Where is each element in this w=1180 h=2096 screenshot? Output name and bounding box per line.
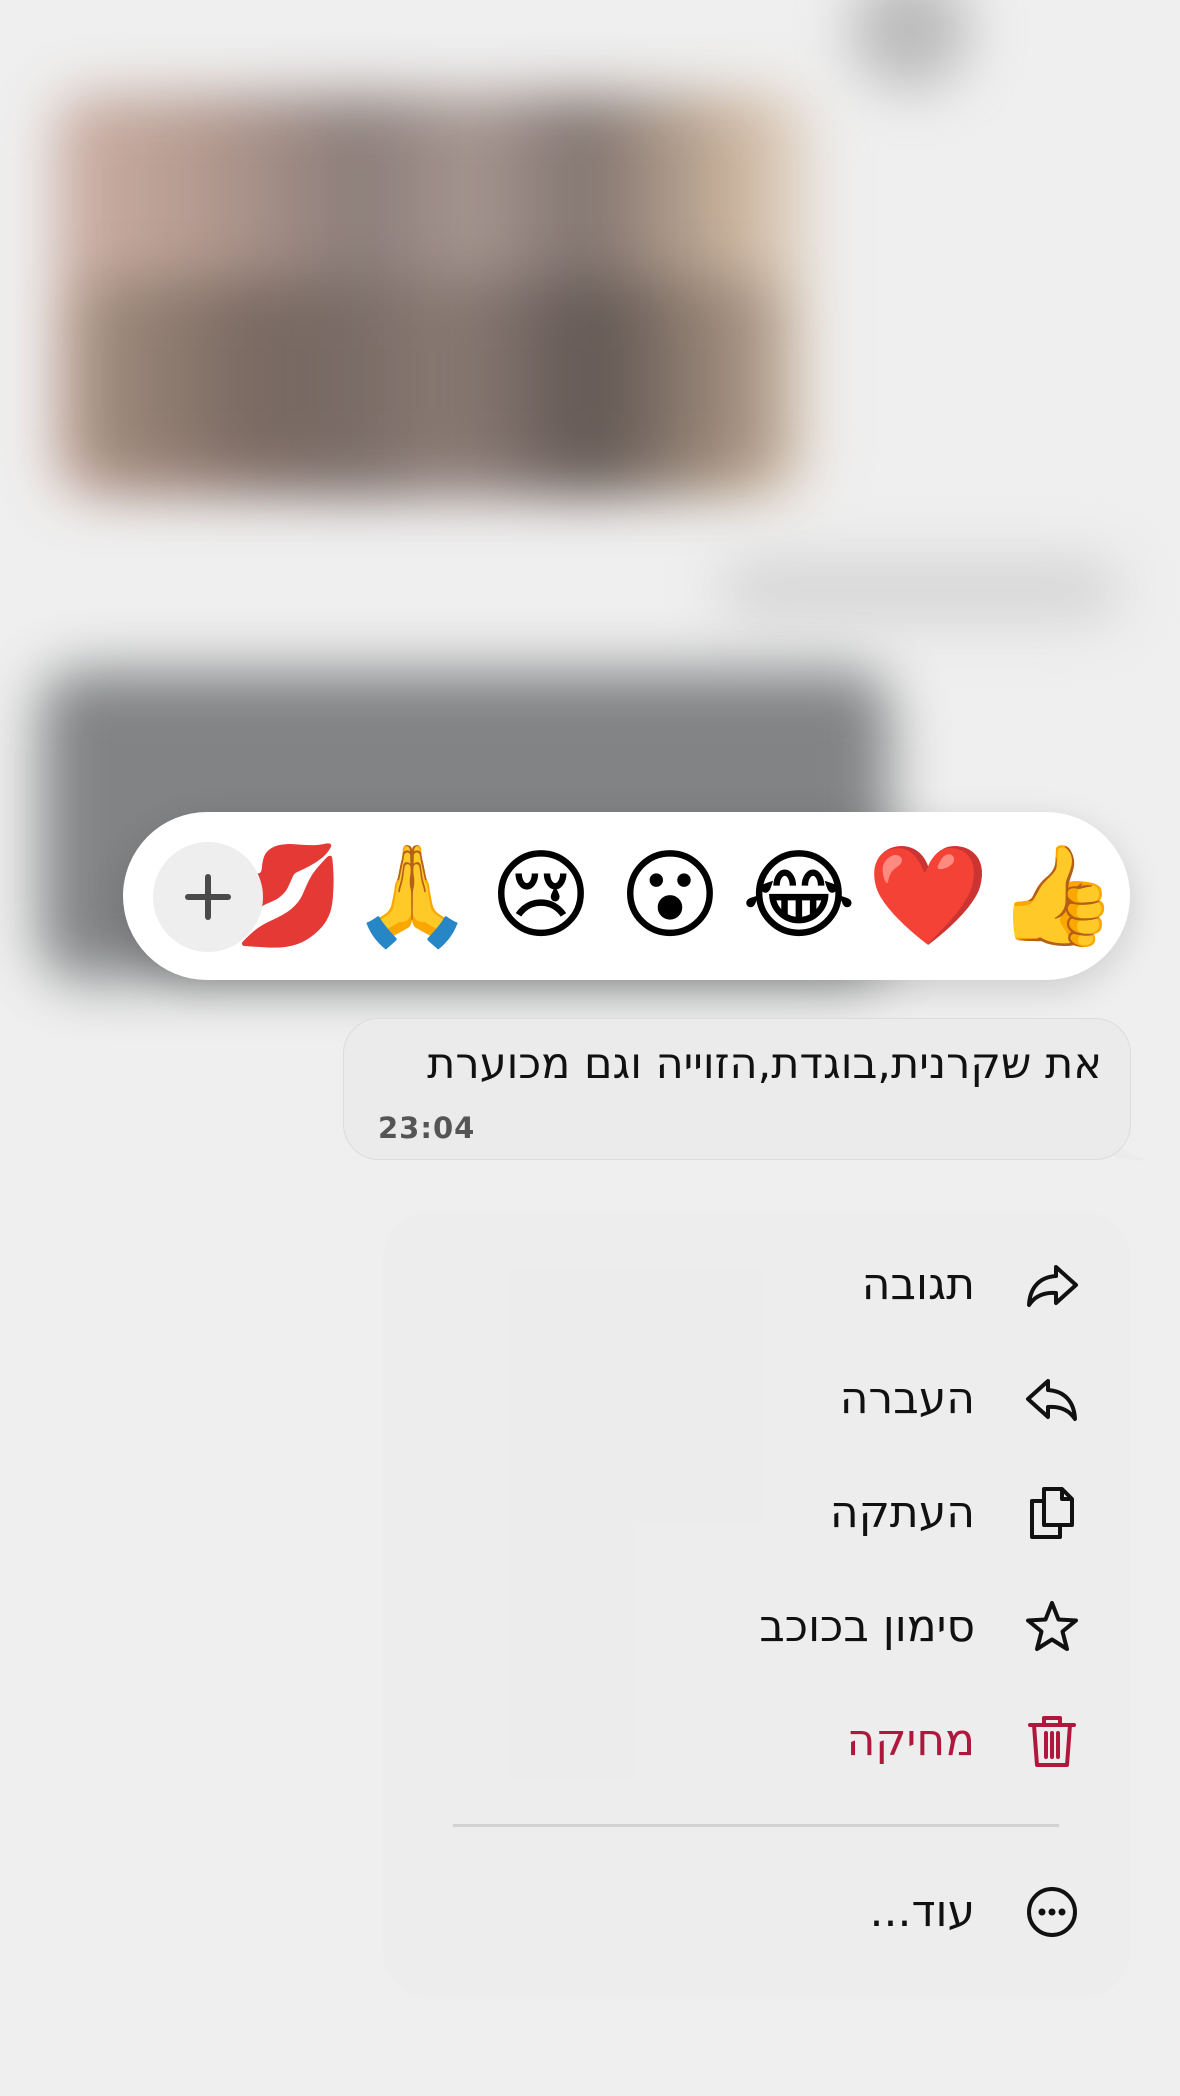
menu-item-star[interactable]: סימון בכוכב — [383, 1577, 1130, 1677]
blurred-photo-detail — [80, 280, 780, 480]
more-icon — [1027, 1887, 1077, 1937]
trash-icon — [1028, 1716, 1076, 1767]
star-icon — [1026, 1601, 1078, 1651]
menu-item-reply[interactable]: תגובה — [383, 1235, 1130, 1335]
add-reaction-button[interactable] — [153, 842, 263, 952]
menu-item-label: העברה — [839, 1373, 975, 1424]
reaction-pray[interactable]: 🙏 — [348, 832, 476, 960]
menu-item-label: תגובה — [861, 1259, 975, 1310]
menu-item-label: עוד... — [869, 1886, 975, 1937]
menu-item-delete[interactable]: מחיקה — [383, 1691, 1130, 1791]
reaction-thumbs-up[interactable]: 👍 — [993, 832, 1121, 960]
message-actions-menu: תגובה העברה העתקה סימון בכוכב מחיקה עוד.… — [383, 1212, 1130, 1997]
reply-icon — [1027, 1265, 1078, 1307]
menu-item-more[interactable]: עוד... — [383, 1862, 1130, 1962]
menu-item-label: מחיקה — [846, 1715, 975, 1766]
menu-divider — [453, 1824, 1059, 1827]
message-text: את שקרנית,בוגדת,הזוייה וגם מכוערת — [427, 1039, 1102, 1089]
reaction-cry[interactable]: 😢 — [477, 832, 605, 960]
message-time: 23:04 — [378, 1111, 476, 1145]
forward-icon — [1026, 1379, 1077, 1421]
reaction-bar: 👍 ❤️ 😂 😮 😢 🙏 💋 — [123, 812, 1130, 980]
copy-icon — [1030, 1487, 1074, 1539]
menu-item-label: העתקה — [829, 1487, 975, 1538]
reaction-laugh[interactable]: 😂 — [735, 832, 863, 960]
blurred-avatar — [850, 0, 970, 90]
menu-item-forward[interactable]: העברה — [383, 1349, 1130, 1449]
menu-item-copy[interactable]: העתקה — [383, 1463, 1130, 1563]
menu-item-label: סימון בכוכב — [759, 1601, 975, 1652]
message-bubble[interactable]: את שקרנית,בוגדת,הזוייה וגם מכוערת 23:04 — [343, 1018, 1131, 1160]
blurred-caption — [720, 560, 1120, 620]
plus-icon — [185, 874, 231, 920]
reaction-wow[interactable]: 😮 — [606, 832, 734, 960]
reaction-heart[interactable]: ❤️ — [864, 832, 992, 960]
